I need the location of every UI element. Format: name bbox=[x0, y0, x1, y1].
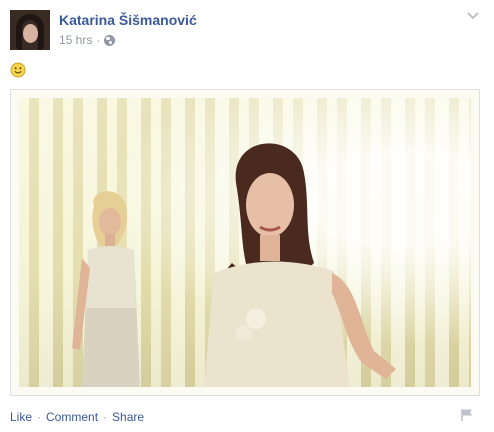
globe-icon[interactable] bbox=[104, 34, 116, 46]
author-avatar[interactable] bbox=[10, 10, 50, 50]
avatar-hair bbox=[16, 14, 44, 50]
post-photo-frame[interactable] bbox=[10, 89, 480, 396]
action-separator: · bbox=[103, 410, 108, 424]
post-timestamp[interactable]: 15 hrs bbox=[59, 33, 92, 47]
author-name[interactable]: Katarina Šišmanović bbox=[59, 12, 197, 28]
chevron-down-icon[interactable] bbox=[466, 11, 480, 21]
feed-post: Katarina Šišmanović 15 hrs · Like · Comm… bbox=[0, 0, 494, 432]
share-link[interactable]: Share bbox=[112, 410, 144, 424]
photo-woman-left bbox=[72, 191, 140, 387]
action-separator: · bbox=[37, 410, 42, 424]
post-meta: 15 hrs · bbox=[59, 33, 116, 47]
smiley-emoji-icon bbox=[10, 62, 26, 78]
photo-woman-right bbox=[204, 143, 396, 387]
flag-icon[interactable] bbox=[460, 408, 474, 422]
like-link[interactable]: Like bbox=[10, 410, 32, 424]
comment-link[interactable]: Comment bbox=[46, 410, 98, 424]
post-actions: Like · Comment · Share bbox=[10, 410, 144, 424]
post-photo[interactable] bbox=[19, 98, 471, 387]
meta-separator: · bbox=[96, 33, 101, 47]
